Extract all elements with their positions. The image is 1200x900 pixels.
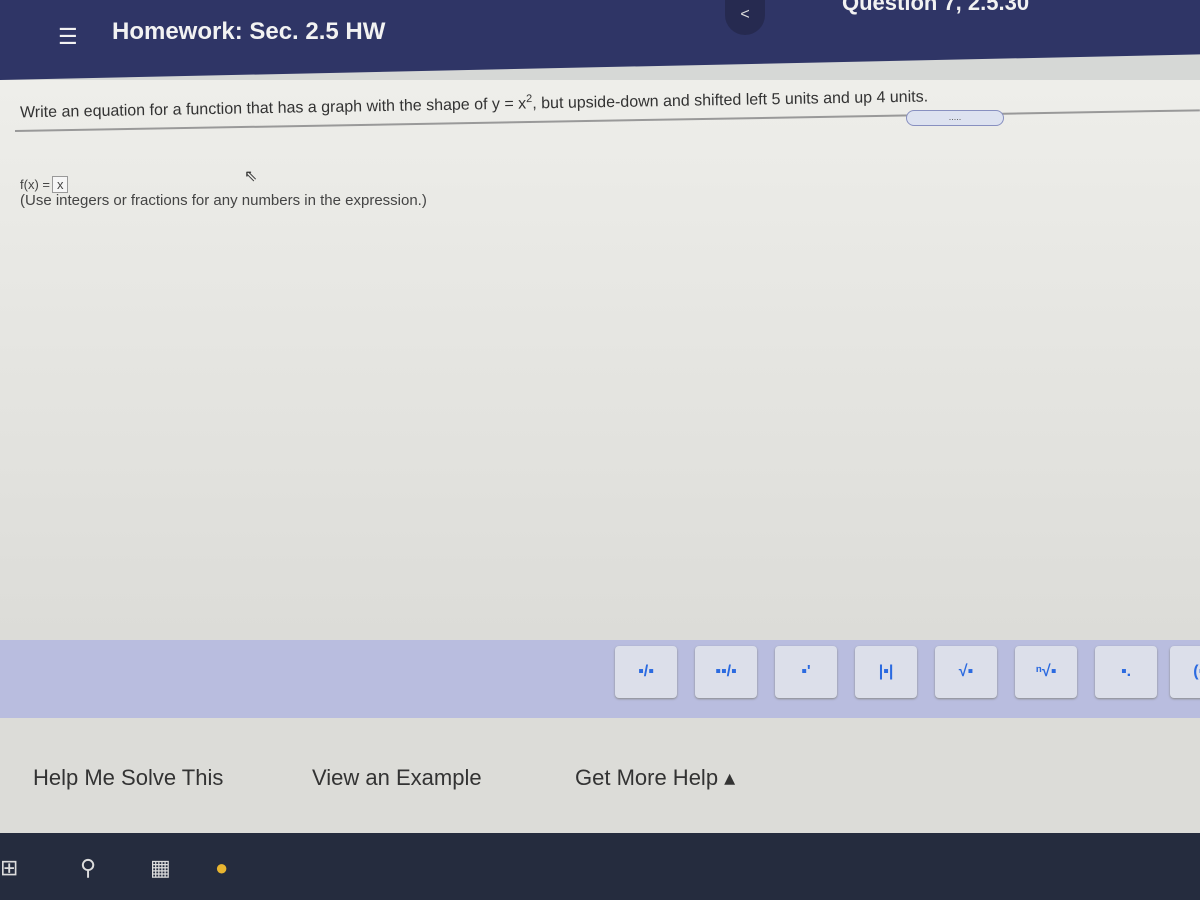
answer-input[interactable]: x: [51, 176, 69, 193]
hamburger-icon[interactable]: ☰: [58, 24, 78, 50]
chrome-icon[interactable]: ●: [215, 855, 228, 881]
question-area: [0, 80, 1200, 640]
absolute-value-button[interactable]: |▪|: [855, 646, 917, 698]
get-more-help-button[interactable]: Get More Help ▴: [575, 765, 735, 791]
nth-root-button[interactable]: ⁿ√▪: [1015, 646, 1077, 698]
taskbar: [0, 833, 1200, 900]
math-toolbar: ▪/▪ ▪▪/▪ ▪' |▪| √▪ ⁿ√▪ ▪. (▪,: [0, 640, 1200, 718]
decimal-button[interactable]: ▪.: [1095, 646, 1157, 698]
search-icon[interactable]: ⚲: [80, 855, 96, 881]
mouse-cursor-icon: ⇖: [244, 168, 258, 185]
more-button[interactable]: .....: [906, 110, 1004, 126]
page-title: Homework: Sec. 2.5 HW: [112, 18, 386, 45]
task-view-icon[interactable]: ▦: [150, 855, 171, 881]
previous-question-button[interactable]: <: [725, 0, 765, 35]
windows-start-icon[interactable]: ⊞: [0, 855, 18, 881]
question-number: Question 7, 2.5.30: [842, 0, 1030, 15]
answer-row: f(x) = x: [20, 176, 69, 193]
fraction-button[interactable]: ▪/▪: [615, 646, 677, 698]
hint-text: (Use integers or fractions for any numbe…: [20, 192, 427, 209]
mixed-number-button[interactable]: ▪▪/▪: [695, 646, 757, 698]
answer-label: f(x) =: [20, 177, 50, 192]
header: ☰ Homework: Sec. 2.5 HW < Question 7, 2.…: [0, 0, 1200, 80]
exponent-button[interactable]: ▪': [775, 646, 837, 698]
ordered-pair-button[interactable]: (▪,: [1170, 646, 1200, 698]
square-root-button[interactable]: √▪: [935, 646, 997, 698]
help-me-solve-button[interactable]: Help Me Solve This: [33, 765, 223, 791]
view-example-button[interactable]: View an Example: [312, 765, 482, 791]
